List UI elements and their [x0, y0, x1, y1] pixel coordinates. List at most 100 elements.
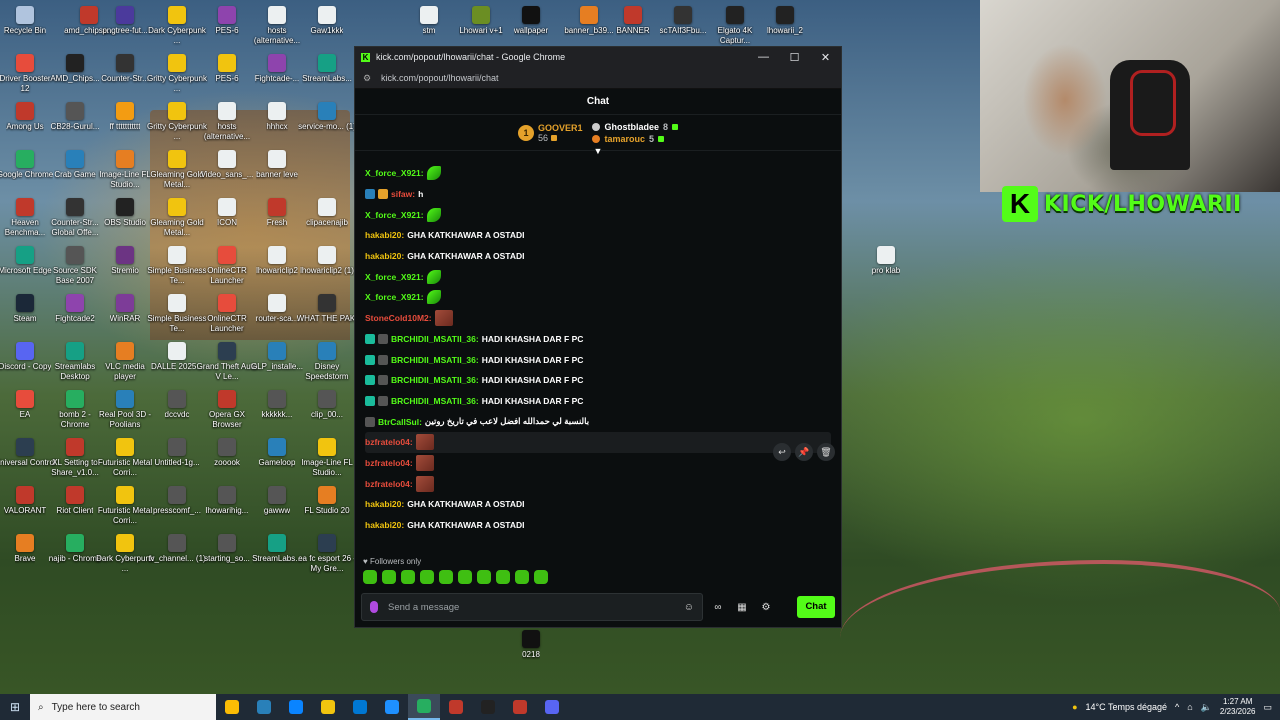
- clock[interactable]: 1:27 AM 2/23/2026: [1220, 697, 1256, 717]
- reply-icon[interactable]: ↩: [773, 443, 791, 461]
- emote-icon[interactable]: [515, 570, 529, 584]
- pin-icon[interactable]: 📌: [795, 443, 813, 461]
- taskbar-app[interactable]: [216, 694, 248, 720]
- desktop-icon[interactable]: Disney Speedstorm: [296, 342, 358, 382]
- notification-icon[interactable]: ▭: [1263, 702, 1272, 713]
- emote-icon[interactable]: [458, 570, 472, 584]
- chat-username[interactable]: bzfratelo04:: [365, 479, 413, 489]
- chat-message[interactable]: hakabi20: GHA KATKHAWAR A OSTADI: [365, 515, 831, 536]
- leaderboard-first[interactable]: 1 GOOVER1 56: [517, 123, 582, 143]
- desktop-icon[interactable]: WHAT THE PAKI: [296, 294, 358, 324]
- chat-username[interactable]: sifaw:: [391, 189, 415, 199]
- chat-message[interactable]: BRCHIDII_MSATII_36: HADI KHASHA DAR F PC: [365, 329, 831, 350]
- chat-message[interactable]: X_force_X921:: [365, 266, 831, 287]
- leaderboard-second[interactable]: Ghostbladee 8: [592, 122, 679, 132]
- taskbar-app[interactable]: [536, 694, 568, 720]
- chat-username[interactable]: BRCHIDII_MSATII_36:: [391, 355, 479, 365]
- desktop-icon[interactable]: pro klab: [855, 246, 917, 276]
- chat-username[interactable]: BRCHIDII_MSATII_36:: [391, 396, 479, 406]
- chat-username[interactable]: hakabi20:: [365, 230, 404, 240]
- desktop-icon[interactable]: ea fc esport 26 - My Gre...: [296, 534, 358, 574]
- chat-message[interactable]: X_force_X921:: [365, 163, 831, 184]
- site-settings-icon[interactable]: ⚙: [363, 73, 373, 83]
- chat-username[interactable]: BRCHIDII_MSATII_36:: [391, 375, 479, 385]
- chat-message[interactable]: BtrCallSul: بالنسبة لي حمدالله افضل لاعب …: [365, 411, 831, 432]
- emote-icon[interactable]: [420, 570, 434, 584]
- chat-username[interactable]: bzfratelo04:: [365, 437, 413, 447]
- chat-message[interactable]: X_force_X921:: [365, 204, 831, 225]
- desktop-icon[interactable]: FL Studio 20: [296, 486, 358, 516]
- chat-message[interactable]: hakabi20: GHA KATKHAWAR A OSTADI: [365, 225, 831, 246]
- taskbar-app[interactable]: [280, 694, 312, 720]
- chat-username[interactable]: StoneCold10M2:: [365, 313, 432, 323]
- taskbar-app[interactable]: [440, 694, 472, 720]
- message-input[interactable]: Send a message ☺: [361, 593, 703, 621]
- chat-message[interactable]: BRCHIDII_MSATII_36: HADI KHASHA DAR F PC: [365, 370, 831, 391]
- chat-message[interactable]: bzfratelo04:: [365, 453, 831, 474]
- taskbar-app[interactable]: [344, 694, 376, 720]
- chat-username[interactable]: X_force_X921:: [365, 210, 424, 220]
- chat-username[interactable]: X_force_X921:: [365, 272, 424, 282]
- desktop-icon[interactable]: Recycle Bin: [0, 6, 56, 36]
- emote-icon[interactable]: [534, 570, 548, 584]
- windows-start-icon[interactable]: ⊞: [0, 700, 30, 714]
- chat-message[interactable]: X_force_X921:: [365, 287, 831, 308]
- taskbar-app[interactable]: [504, 694, 536, 720]
- emote-icon[interactable]: [496, 570, 510, 584]
- points-icon[interactable]: ∞: [709, 602, 727, 613]
- address-bar[interactable]: ⚙ kick.com/popout/lhowarii/chat: [355, 67, 841, 89]
- network-icon[interactable]: ⌂: [1187, 702, 1192, 712]
- close-button[interactable]: ✕: [810, 51, 841, 64]
- microphone-icon[interactable]: [370, 601, 378, 613]
- settings-gear-icon[interactable]: ⚙: [757, 602, 775, 613]
- desktop-icon[interactable]: wallpaper: [500, 6, 562, 36]
- chat-username[interactable]: BtrCallSul:: [378, 417, 422, 427]
- desktop-icon[interactable]: Image-Line FL Studio...: [296, 438, 358, 478]
- chat-username[interactable]: hakabi20:: [365, 520, 404, 530]
- emote-icon[interactable]: [401, 570, 415, 584]
- taskbar-app[interactable]: [376, 694, 408, 720]
- chat-message[interactable]: hakabi20: GHA KATKHAWAR A OSTADI: [365, 246, 831, 267]
- desktop-icon[interactable]: StreamLabs...: [296, 54, 358, 84]
- leaderboard-third[interactable]: tamarouc 5: [592, 134, 678, 144]
- emote-icon[interactable]: [363, 570, 377, 584]
- delete-icon[interactable]: 🗑: [817, 443, 835, 461]
- tray-chevron-icon[interactable]: ^: [1175, 702, 1179, 712]
- maximize-button[interactable]: ☐: [779, 51, 810, 64]
- chat-message[interactable]: BRCHIDII_MSATII_36: HADI KHASHA DAR F PC: [365, 391, 831, 412]
- desktop-icon[interactable]: Gaw1kkk: [296, 6, 358, 36]
- chrome-popup-window[interactable]: K kick.com/popout/lhowarii/chat - Google…: [354, 46, 842, 628]
- gift-box-icon[interactable]: ▦: [733, 602, 751, 613]
- collapse-leaderboard-icon[interactable]: ▼: [594, 146, 603, 156]
- chat-username[interactable]: bzfratelo04:: [365, 458, 413, 468]
- emote-icon[interactable]: [382, 570, 396, 584]
- chat-message[interactable]: BRCHIDII_MSATII_36: HADI KHASHA DAR F PC: [365, 349, 831, 370]
- chat-message[interactable]: bzfratelo04:: [365, 431, 831, 453]
- minimize-button[interactable]: —: [748, 51, 779, 64]
- taskbar-search[interactable]: ⌕ Type here to search: [30, 694, 216, 720]
- window-titlebar[interactable]: K kick.com/popout/lhowarii/chat - Google…: [355, 47, 841, 67]
- chat-message[interactable]: StoneCold10M2:: [365, 308, 831, 329]
- emote-icon[interactable]: [477, 570, 491, 584]
- desktop-icon[interactable]: clip_00...: [296, 390, 358, 420]
- desktop-icon[interactable]: lhowariclip2 (1): [296, 246, 358, 276]
- volume-icon[interactable]: 🔈: [1201, 702, 1212, 713]
- emote-icon[interactable]: [439, 570, 453, 584]
- weather-text[interactable]: 14°C Temps dégagé: [1086, 702, 1168, 712]
- desktop-icon[interactable]: clipacenajib: [296, 198, 358, 228]
- desktop-icon[interactable]: banner leve: [246, 150, 308, 180]
- taskbar-app[interactable]: [248, 694, 280, 720]
- desktop-icon[interactable]: 0218: [500, 630, 562, 660]
- chat-username[interactable]: hakabi20:: [365, 499, 404, 509]
- chat-username[interactable]: BRCHIDII_MSATII_36:: [391, 334, 479, 344]
- chat-message[interactable]: sifaw: h: [365, 184, 831, 205]
- chat-username[interactable]: hakabi20:: [365, 251, 404, 261]
- chat-message[interactable]: bzfratelo04:: [365, 473, 831, 494]
- taskbar-app[interactable]: [472, 694, 504, 720]
- taskbar-app[interactable]: [312, 694, 344, 720]
- chat-username[interactable]: X_force_X921:: [365, 168, 424, 178]
- desktop-icon[interactable]: service-mo... (1): [296, 102, 358, 132]
- chat-username[interactable]: X_force_X921:: [365, 292, 424, 302]
- emoji-icon[interactable]: ☺: [684, 602, 694, 613]
- desktop-icon[interactable]: lhowarii_2: [754, 6, 816, 36]
